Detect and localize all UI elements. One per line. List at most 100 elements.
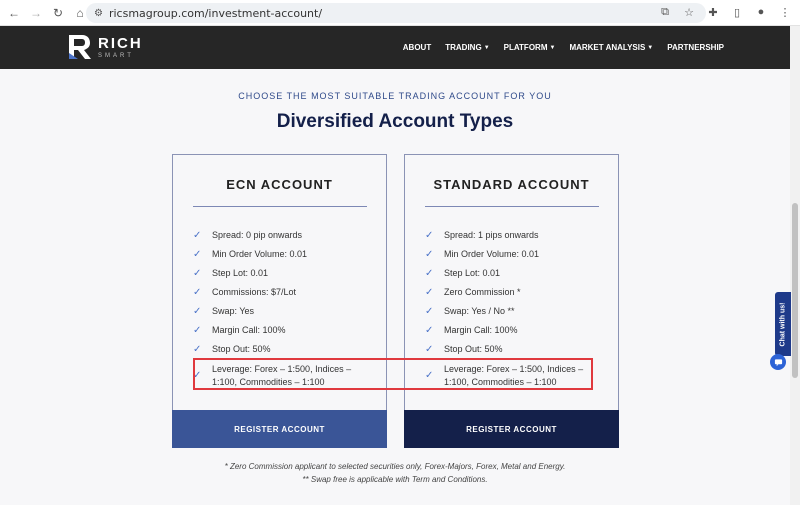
check-icon: ✓ <box>425 370 434 381</box>
feature-text: Step Lot: 0.01 <box>212 268 269 278</box>
nav-platform-label: PLATFORM <box>503 43 548 52</box>
feature-text: Margin Call: 100% <box>212 325 286 335</box>
check-icon: ✓ <box>193 230 202 241</box>
list-item: ✓ Swap: Yes <box>193 305 378 324</box>
logo-text-sub: SMART <box>98 52 134 59</box>
forward-icon[interactable]: → <box>28 5 44 21</box>
check-icon: ✓ <box>193 344 202 355</box>
url-text: ricsmagroup.com/investment-account/ <box>108 6 323 20</box>
divider <box>425 206 599 207</box>
register-account-button[interactable]: REGISTER ACCOUNT <box>172 410 387 448</box>
list-item: ✓ Zero Commission * <box>425 286 610 305</box>
chevron-down-icon: ▼ <box>549 44 556 51</box>
feature-text: Margin Call: 100% <box>444 325 518 335</box>
chat-tab-label: Chat with us! <box>779 302 787 346</box>
translate-icon[interactable]: ⧉ <box>658 5 672 19</box>
list-item: ✓ Leverage: Forex – 1:500, Indices – 1:10… <box>425 362 610 390</box>
menu-icon[interactable]: ⋮ <box>778 5 792 19</box>
nav-platform[interactable]: PLATFORM ▼ <box>504 43 556 52</box>
check-icon: ✓ <box>425 249 434 260</box>
feature-text: Swap: Yes <box>212 306 255 316</box>
browser-toolbar: ← → ↻ ⌂ ⚙ ricsmagroup.com/investment-acc… <box>0 0 800 26</box>
nav-about-label: ABOUT <box>402 43 432 52</box>
nav-trading[interactable]: TRADING ▼ <box>445 43 489 52</box>
chat-bubble-icon <box>774 358 782 366</box>
feature-list: ✓ Spread: 0 pip onwards ✓ Min Order Volume… <box>193 229 378 390</box>
nav-about[interactable]: ABOUT <box>403 43 431 52</box>
extensions-icon[interactable]: ✚ <box>706 5 720 19</box>
feature-text: Spread: 1 pips onwards <box>444 230 539 240</box>
logo-mark-icon <box>69 35 91 59</box>
feature-text: Step Lot: 0.01 <box>444 268 501 278</box>
page-title: Diversified Account Types <box>276 111 514 132</box>
site-logo[interactable]: RICH SMART <box>66 33 143 61</box>
chevron-down-icon: ▼ <box>647 44 654 51</box>
main-nav: ABOUT TRADING ▼ PLATFORM ▼ MARKET ANALYSIS… <box>403 26 724 69</box>
list-item: ✓ Min Order Volume: 0.01 <box>425 248 610 267</box>
ecn-account-card: ECN ACCOUNT ✓ Spread: 0 pip onwards ✓ Min … <box>172 154 387 448</box>
register-account-button[interactable]: REGISTER ACCOUNT <box>404 410 619 448</box>
chat-icon[interactable] <box>770 354 786 370</box>
nav-partnership[interactable]: PARTNERSHIP <box>667 43 724 52</box>
page-scrollbar[interactable] <box>790 26 800 505</box>
list-item: ✓ Min Order Volume: 0.01 <box>193 248 378 267</box>
reload-icon[interactable]: ↻ <box>50 5 66 21</box>
list-item: ✓ Spread: 1 pips onwards <box>425 229 610 248</box>
check-icon: ✓ <box>193 306 202 317</box>
divider <box>193 206 367 207</box>
list-item: ✓ Margin Call: 100% <box>425 324 610 343</box>
check-icon: ✓ <box>425 230 434 241</box>
feature-text: Stop Out: 50% <box>212 344 271 354</box>
list-item: ✓ Margin Call: 100% <box>193 324 378 343</box>
check-icon: ✓ <box>425 344 434 355</box>
scrollbar-thumb[interactable] <box>792 203 798 378</box>
list-item: ✓ Stop Out: 50% <box>425 343 610 362</box>
chevron-down-icon: ▼ <box>483 44 490 51</box>
feature-text: Spread: 0 pip onwards <box>212 230 303 240</box>
feature-text: Zero Commission * <box>444 287 521 297</box>
check-icon: ✓ <box>193 287 202 298</box>
footnotes: * Zero Commission applicant to selected … <box>0 460 790 486</box>
list-item: ✓ Leverage: Forex – 1:500, Indices – 1:10… <box>193 362 378 390</box>
chat-tab[interactable]: Chat with us! <box>775 292 791 356</box>
list-item: ✓ Spread: 0 pip onwards <box>193 229 378 248</box>
nav-market-analysis[interactable]: MARKET ANALYSIS ▼ <box>569 43 653 52</box>
check-icon: ✓ <box>425 287 434 298</box>
list-item: ✓ Swap: Yes / No ** <box>425 305 610 324</box>
check-icon: ✓ <box>425 306 434 317</box>
check-icon: ✓ <box>425 325 434 336</box>
feature-text: Stop Out: 50% <box>444 344 503 354</box>
feature-text: Leverage: Forex – 1:500, Indices – 1:100… <box>444 364 584 387</box>
site-info-icon[interactable]: ⚙ <box>94 8 103 19</box>
section-subtitle: CHOOSE THE MOST SUITABLE TRADING ACCOUNT… <box>238 91 552 101</box>
back-icon[interactable]: ← <box>6 5 22 21</box>
check-icon: ✓ <box>425 268 434 279</box>
feature-text: Commissions: $7/Lot <box>212 287 297 297</box>
star-icon[interactable]: ☆ <box>682 5 696 19</box>
card-title: STANDARD ACCOUNT <box>433 177 590 192</box>
check-icon: ✓ <box>193 268 202 279</box>
sidebar-icon[interactable]: ▯ <box>730 5 744 19</box>
feature-text: Swap: Yes / No ** <box>444 306 515 316</box>
feature-text: Leverage: Forex – 1:500, Indices – 1:100… <box>212 364 352 387</box>
check-icon: ✓ <box>193 325 202 336</box>
footnote-commission: * Zero Commission applicant to selected … <box>224 462 566 471</box>
list-item: ✓ Commissions: $7/Lot <box>193 286 378 305</box>
check-icon: ✓ <box>193 249 202 260</box>
address-bar[interactable]: ⚙ ricsmagroup.com/investment-account/ <box>86 3 706 23</box>
site-header: RICH SMART ABOUT TRADING ▼ PLATFORM ▼ MARK… <box>0 26 790 69</box>
logo-text-main: RICH <box>98 34 143 52</box>
footnote-swap: ** Swap free is applicable with Term and… <box>302 475 488 484</box>
nav-trading-label: TRADING <box>445 43 482 52</box>
card-title: ECN ACCOUNT <box>226 177 333 192</box>
list-item: ✓ Step Lot: 0.01 <box>425 267 610 286</box>
standard-account-card: STANDARD ACCOUNT ✓ Spread: 1 pips onwards… <box>404 154 619 448</box>
list-item: ✓ Stop Out: 50% <box>193 343 378 362</box>
profile-icon[interactable]: ● <box>754 5 768 19</box>
nav-partnership-label: PARTNERSHIP <box>667 43 724 52</box>
feature-text: Min Order Volume: 0.01 <box>444 249 540 259</box>
feature-list: ✓ Spread: 1 pips onwards ✓ Min Order Volum… <box>425 229 610 390</box>
check-icon: ✓ <box>193 370 202 381</box>
nav-market-analysis-label: MARKET ANALYSIS <box>569 43 646 52</box>
list-item: ✓ Step Lot: 0.01 <box>193 267 378 286</box>
